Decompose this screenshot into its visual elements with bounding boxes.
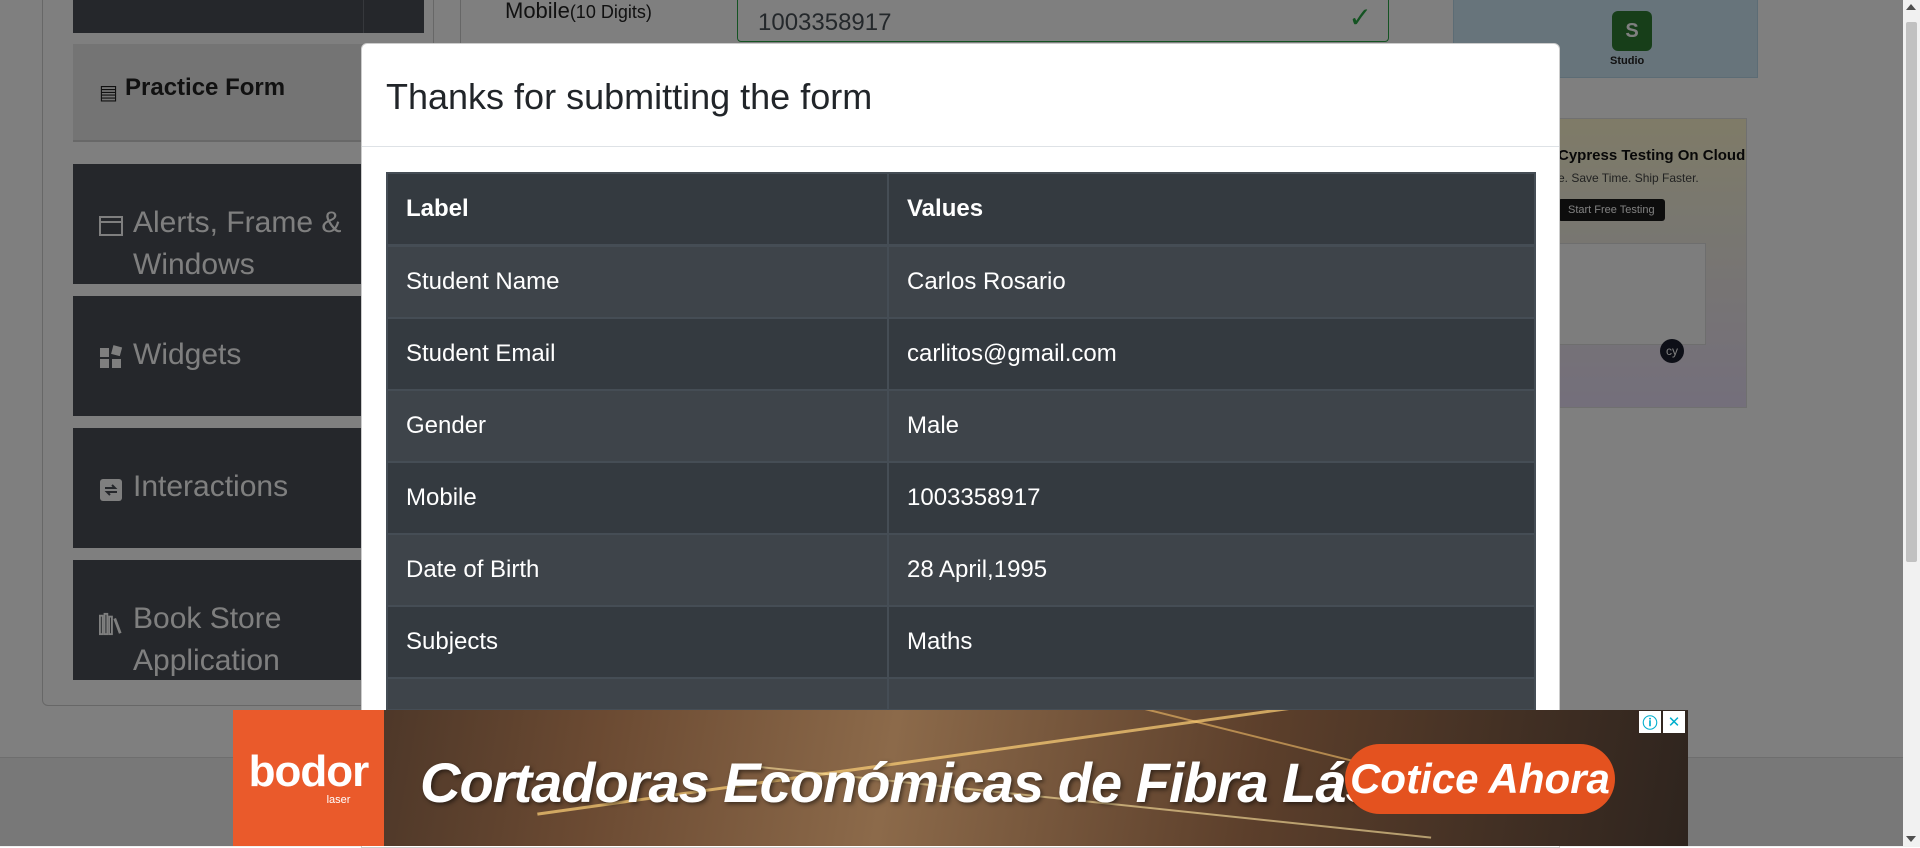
table-row: Gender Male: [386, 389, 1536, 463]
table-row: Subjects Maths: [386, 605, 1536, 679]
ad-controls: ⓘ ✕: [1639, 711, 1685, 733]
row-value: 1003358917: [887, 461, 1536, 535]
scroll-down-icon[interactable]: [1906, 836, 1916, 842]
row-value: carlitos@gmail.com: [887, 317, 1536, 391]
ad-info-icon[interactable]: ⓘ: [1639, 711, 1661, 733]
table-row: Student Email carlitos@gmail.com: [386, 317, 1536, 391]
table-row: Date of Birth 28 April,1995: [386, 533, 1536, 607]
ad-close-icon[interactable]: ✕: [1663, 711, 1685, 733]
bottom-banner-ad[interactable]: bodor laser Cortadoras Económicas de Fib…: [233, 710, 1688, 846]
row-value: Carlos Rosario: [887, 244, 1536, 319]
submission-table: Label Values Student Name Carlos Rosario…: [386, 172, 1536, 711]
table-row: Mobile 1003358917: [386, 461, 1536, 535]
scroll-thumb[interactable]: [1906, 22, 1917, 562]
bodor-logo: bodor laser: [233, 710, 384, 846]
scroll-up-icon[interactable]: [1906, 4, 1916, 10]
row-value: Male: [887, 389, 1536, 463]
row-label: Subjects: [386, 605, 889, 679]
table-row-partial: [386, 677, 1536, 711]
ad-cta-button[interactable]: Cotice Ahora: [1345, 744, 1615, 814]
table-row: Student Name Carlos Rosario: [386, 244, 1536, 319]
row-label: Gender: [386, 389, 889, 463]
header-label: Label: [386, 172, 889, 247]
modal-header: Thanks for submitting the form: [362, 44, 1559, 147]
row-label: Student Name: [386, 244, 889, 319]
row-value: 28 April,1995: [887, 533, 1536, 607]
ad-headline: Cortadoras Económicas de Fibra Láser: [420, 751, 1428, 814]
row-label: Mobile: [386, 461, 889, 535]
header-values: Values: [887, 172, 1536, 247]
table-header-row: Label Values: [386, 172, 1536, 247]
row-value: Maths: [887, 605, 1536, 679]
row-label: Date of Birth: [386, 533, 889, 607]
modal-title: Thanks for submitting the form: [386, 76, 873, 117]
page-scrollbar[interactable]: [1903, 0, 1920, 846]
row-label: Student Email: [386, 317, 889, 391]
